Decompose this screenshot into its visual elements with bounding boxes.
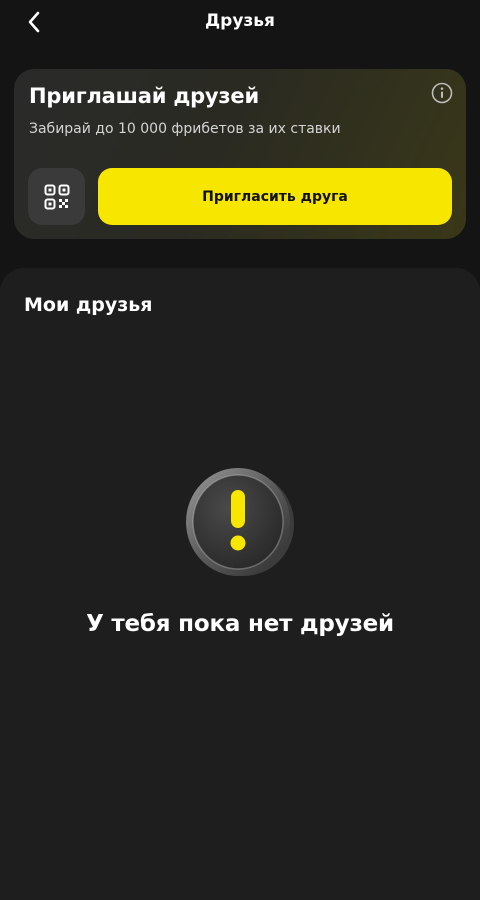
friends-section-title: Мои друзья xyxy=(24,294,153,316)
info-button[interactable] xyxy=(430,81,454,105)
exclamation-coin-icon xyxy=(186,468,294,576)
invite-friend-button[interactable]: Пригласить друга xyxy=(98,168,452,225)
info-icon xyxy=(431,82,453,104)
qr-code-icon xyxy=(44,184,69,209)
invite-subtitle: Забирай до 10 000 фрибетов за их ставки xyxy=(29,121,341,137)
qr-code-button[interactable] xyxy=(28,168,85,225)
invite-title: Приглашай друзей xyxy=(29,84,259,108)
friends-panel: Мои друзья У тебя пока нет друзей xyxy=(0,268,480,900)
page-title: Друзья xyxy=(205,11,275,31)
header: Друзья xyxy=(0,0,480,44)
empty-state-text: У тебя пока нет друзей xyxy=(86,611,394,637)
invite-card: Приглашай друзей Забирай до 10 000 фрибе… xyxy=(14,69,466,239)
